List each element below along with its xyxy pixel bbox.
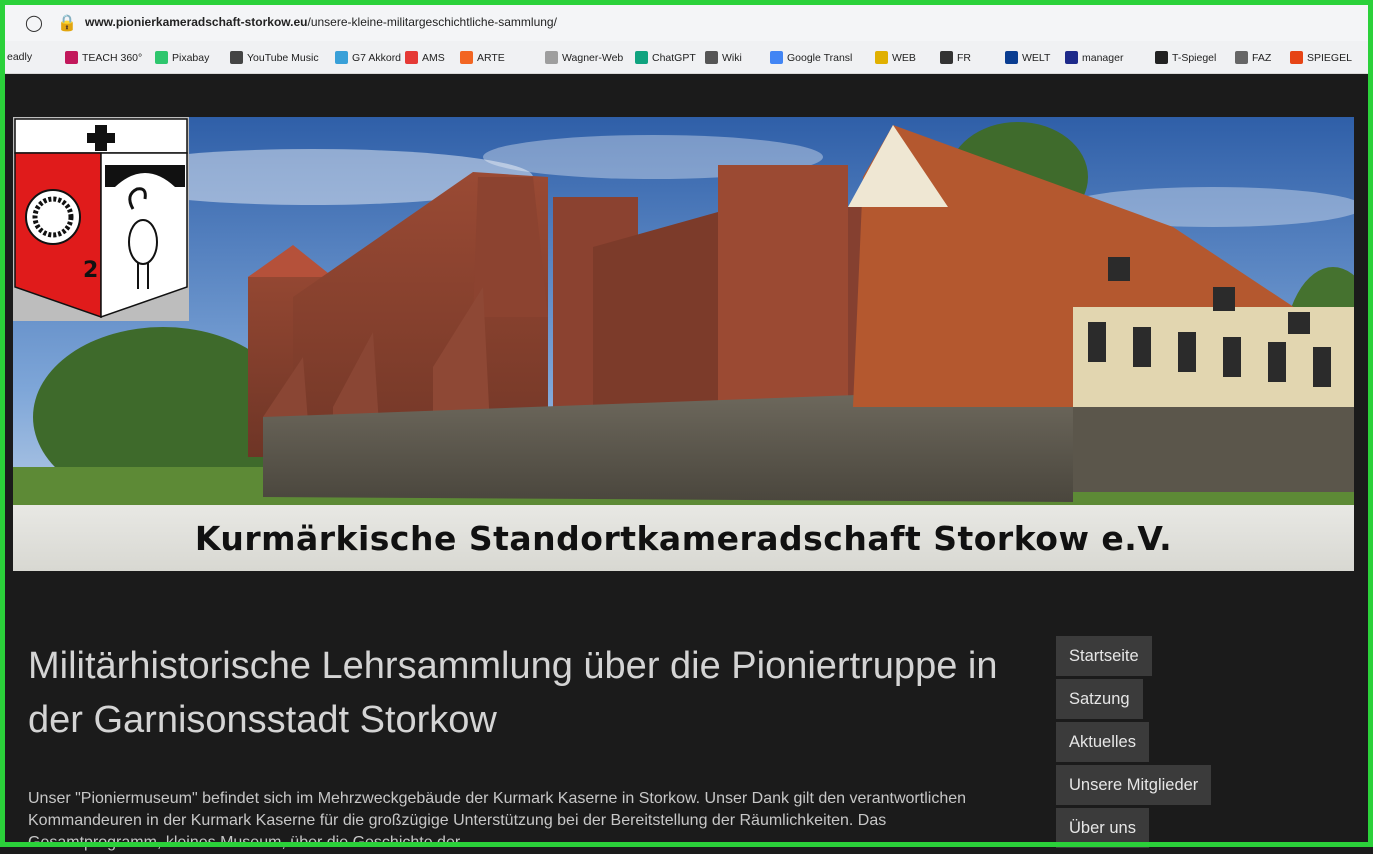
bookmark-favicon-icon — [1290, 51, 1303, 64]
bookmark-item[interactable]: manager — [1065, 51, 1123, 64]
bookmark-item[interactable]: Wiki — [705, 51, 742, 64]
address-bar[interactable]: ◯ 🔒 www.pionierkameradschaft-storkow.eu/… — [5, 5, 1368, 41]
bookmark-item[interactable]: WEB — [875, 51, 916, 64]
bookmark-favicon-icon — [1155, 51, 1168, 64]
url-path: /unsere-kleine-militargeschichtliche-sam… — [307, 15, 557, 29]
bookmark-item[interactable]: YouTube Music — [230, 51, 319, 64]
bookmark-favicon-icon — [875, 51, 888, 64]
site-title: Kurmärkische Standortkameradschaft Stork… — [13, 505, 1354, 571]
url-text[interactable]: www.pionierkameradschaft-storkow.eu/unse… — [85, 15, 557, 29]
nav-item-unsere-mitglieder[interactable]: Unsere Mitglieder — [1056, 765, 1212, 805]
bookmark-favicon-icon — [635, 51, 648, 64]
bookmark-label: Google Transl — [787, 51, 853, 64]
bookmark-item[interactable]: T-Spiegel — [1155, 51, 1216, 64]
bookmark-label: SPIEGEL — [1307, 51, 1352, 64]
bookmark-favicon-icon — [65, 51, 78, 64]
bookmark-label: Wiki — [722, 51, 742, 64]
bookmark-favicon-icon — [230, 51, 243, 64]
bookmark-favicon-icon — [940, 51, 953, 64]
bookmark-label: AMS — [422, 51, 445, 64]
bookmark-favicon-icon — [460, 51, 473, 64]
bookmark-label: ChatGPT — [652, 51, 696, 64]
header-banner: 2 Kurmärkische Standortkameradschaft Sto… — [13, 117, 1354, 571]
bookmark-item[interactable]: eadly — [7, 51, 32, 63]
bookmark-label: Pixabay — [172, 51, 210, 64]
bookmark-label: eadly — [7, 51, 33, 63]
bookmark-favicon-icon — [335, 51, 348, 64]
nav-item-aktuelles[interactable]: Aktuelles — [1056, 722, 1149, 762]
bookmark-item[interactable]: G7 Akkord — [335, 51, 401, 64]
bookmark-label: FR — [957, 51, 971, 64]
bookmark-label: G7 Akkord — [352, 51, 402, 64]
bookmarks-bar: eadly TEACH 360° Pixabay YouTube Music G7 Ak… — [5, 41, 1368, 74]
bookmark-label: WELT — [1022, 51, 1051, 64]
bookmark-favicon-icon — [155, 51, 168, 64]
bookmark-item[interactable]: ChatGPT — [635, 51, 696, 64]
bookmark-favicon-icon — [405, 51, 418, 64]
bookmark-label: manager — [1082, 51, 1124, 64]
bookmark-label: ARTE — [477, 51, 505, 64]
bookmark-favicon-icon — [1065, 51, 1078, 64]
crest-number: 2 — [83, 258, 98, 283]
bookmark-item[interactable]: FAZ — [1235, 51, 1271, 64]
bookmark-item[interactable]: AMS — [405, 51, 445, 64]
bookmark-item[interactable]: FR — [940, 51, 971, 64]
bookmark-favicon-icon — [1235, 51, 1248, 64]
bookmark-label: WEB — [892, 51, 916, 64]
bookmark-favicon-icon — [545, 51, 558, 64]
nav-item-ueber-uns[interactable]: Über uns — [1056, 808, 1149, 848]
bookmark-item[interactable]: ARTE — [460, 51, 505, 64]
nav-item-satzung[interactable]: Satzung — [1056, 679, 1143, 719]
bookmark-item[interactable]: Wagner-Web — [545, 51, 623, 64]
banner-photo — [13, 117, 1354, 571]
bookmark-item[interactable]: Google Transl — [770, 51, 852, 64]
intro-paragraph: Unser "Pioniermuseum" befindet sich im M… — [28, 790, 967, 851]
bookmark-label: FAZ — [1252, 51, 1272, 64]
coat-of-arms-logo: 2 — [13, 117, 189, 321]
page-heading: Militärhistorische Lehrsammlung über die… — [28, 645, 998, 741]
bookmark-item[interactable]: Pixabay — [155, 51, 209, 64]
bookmark-favicon-icon — [770, 51, 783, 64]
bookmark-item[interactable]: SPIEGEL — [1290, 51, 1352, 64]
shield-icon[interactable]: ◯ — [25, 13, 43, 33]
bookmark-favicon-icon — [1005, 51, 1018, 64]
bookmark-item[interactable]: WELT — [1005, 51, 1050, 64]
lock-icon[interactable]: 🔒 — [57, 13, 77, 33]
bookmark-item[interactable]: TEACH 360° — [65, 51, 142, 64]
web-page: 2 Kurmärkische Standortkameradschaft Sto… — [5, 74, 1368, 851]
bookmark-label: TEACH 360° — [82, 51, 143, 64]
nav-item-startseite[interactable]: Startseite — [1056, 636, 1152, 676]
bookmark-label: YouTube Music — [247, 51, 319, 64]
bookmark-label: T-Spiegel — [1172, 51, 1217, 64]
url-domain: www.pionierkameradschaft-storkow.eu — [85, 15, 308, 29]
bookmark-label: Wagner-Web — [562, 51, 624, 64]
bookmark-favicon-icon — [705, 51, 718, 64]
